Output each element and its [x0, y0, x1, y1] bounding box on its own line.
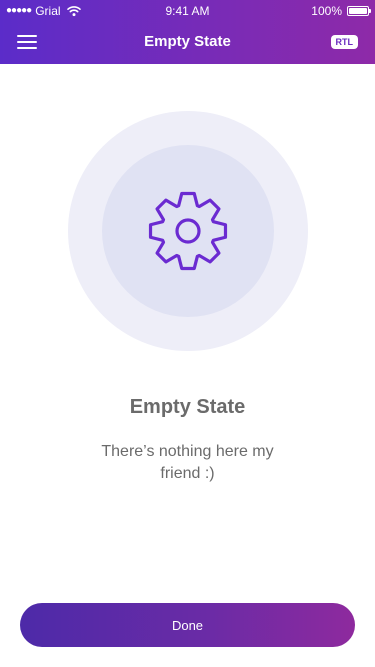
status-right: 100% [311, 0, 371, 22]
empty-state-message: There’s nothing here my friend :) [101, 443, 274, 482]
done-button[interactable]: Done [20, 603, 355, 647]
page-title: Empty State [144, 33, 231, 50]
battery-percent: 100% [311, 4, 342, 18]
status-bar: ●●●●● Grial 9:41 AM 100% [0, 0, 375, 22]
gear-icon [148, 191, 228, 271]
battery-fill [349, 8, 367, 14]
empty-state-title: Empty State [129, 396, 246, 418]
header: ●●●●● Grial 9:41 AM 100% Empty State RTL [0, 0, 375, 64]
rtl-toggle-button[interactable]: RTL [330, 35, 358, 49]
navigation-bar: Empty State RTL [0, 22, 375, 64]
empty-state-illustration [68, 111, 308, 351]
battery-icon [347, 6, 371, 16]
